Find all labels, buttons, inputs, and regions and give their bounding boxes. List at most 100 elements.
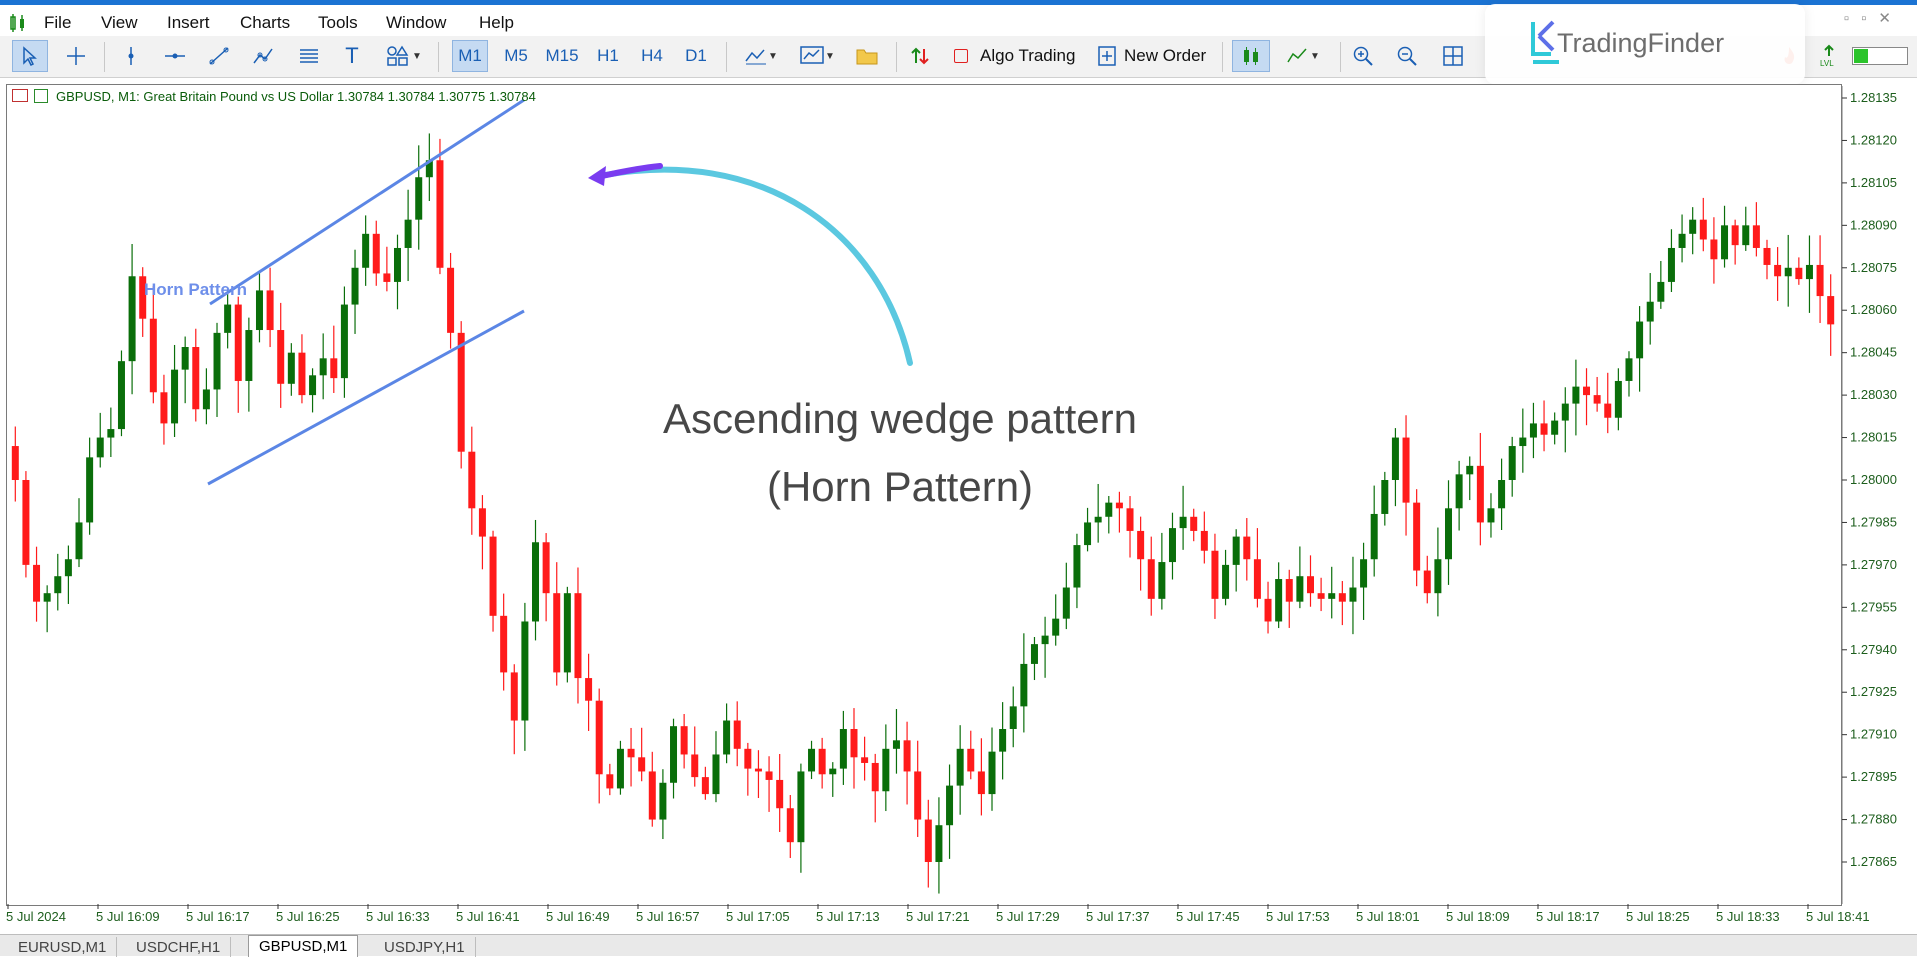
candle xyxy=(1423,555,1431,604)
candle xyxy=(1678,214,1686,263)
trade-panel-icon xyxy=(12,89,28,102)
price-tick-label: 1.28120 xyxy=(1850,132,1897,147)
candle xyxy=(1657,260,1665,309)
candle xyxy=(202,368,210,425)
price-tick-label: 1.28060 xyxy=(1850,302,1897,317)
candle xyxy=(1498,458,1506,531)
candle xyxy=(362,215,370,286)
candle xyxy=(1593,376,1601,412)
candle xyxy=(1434,527,1442,617)
candle xyxy=(914,740,922,837)
candle xyxy=(924,799,932,888)
time-tick-label: 5 Jul 17:13 xyxy=(816,909,880,924)
candle xyxy=(1795,257,1803,285)
candle xyxy=(1604,372,1612,434)
chart-header-text: GBPUSD, M1: Great Britain Pound vs US Do… xyxy=(56,89,536,104)
tab-gbpusd-m1[interactable]: GBPUSD,M1 xyxy=(248,935,359,957)
candle xyxy=(935,797,943,894)
candle xyxy=(1168,512,1176,580)
candle xyxy=(1360,542,1368,620)
candle xyxy=(1742,206,1750,251)
candle xyxy=(839,710,847,785)
chart-settings-icon xyxy=(34,89,48,103)
candle xyxy=(181,336,189,404)
candle xyxy=(1487,493,1495,538)
candle xyxy=(1052,594,1060,646)
candle xyxy=(1805,235,1813,313)
price-tick-label: 1.28015 xyxy=(1850,430,1897,445)
candle xyxy=(510,664,518,755)
candle xyxy=(489,530,497,632)
candle xyxy=(574,567,582,704)
candle xyxy=(542,533,550,622)
candle xyxy=(1731,219,1739,265)
candle xyxy=(744,742,752,796)
candle xyxy=(234,296,242,413)
candle xyxy=(319,333,327,400)
annotation-arrow xyxy=(588,163,913,366)
price-tick-label: 1.28090 xyxy=(1850,217,1897,232)
pattern-annotation: Ascending wedge pattern (Horn Pattern) xyxy=(620,385,1180,521)
candle xyxy=(1179,485,1187,550)
candle xyxy=(64,545,72,604)
price-tick-label: 1.27865 xyxy=(1850,854,1897,869)
candle xyxy=(967,730,975,780)
candle xyxy=(266,267,274,348)
candle xyxy=(871,753,879,823)
candle xyxy=(1391,428,1399,507)
time-tick-label: 5 Jul 18:01 xyxy=(1356,909,1420,924)
annotation-subtitle: (Horn Pattern) xyxy=(766,463,1034,510)
price-tick-label: 1.27970 xyxy=(1850,557,1897,572)
candle xyxy=(1827,274,1835,356)
candle xyxy=(1583,368,1591,426)
candle xyxy=(1752,202,1760,257)
candle xyxy=(447,252,455,349)
price-tick-label: 1.27880 xyxy=(1850,812,1897,827)
candle xyxy=(1073,533,1081,609)
price-tick-label: 1.27925 xyxy=(1850,684,1897,699)
candle xyxy=(1689,207,1697,255)
price-tick-label: 1.27910 xyxy=(1850,727,1897,742)
candle xyxy=(691,726,699,787)
candle xyxy=(818,737,826,789)
candle xyxy=(139,267,147,337)
candle xyxy=(1721,205,1729,268)
candle xyxy=(1285,569,1293,628)
candle xyxy=(892,709,900,774)
candle xyxy=(1349,556,1357,635)
candle xyxy=(1211,533,1219,619)
candle xyxy=(33,546,41,622)
candle xyxy=(1264,581,1272,634)
price-tick-label: 1.28030 xyxy=(1850,387,1897,402)
price-tick-label: 1.28045 xyxy=(1850,345,1897,360)
time-tick-label: 5 Jul 16:49 xyxy=(546,909,610,924)
tab-usdchf-h1[interactable]: USDCHF,H1 xyxy=(126,937,232,957)
candle xyxy=(1062,562,1070,630)
candle xyxy=(1232,529,1240,592)
candle xyxy=(1763,239,1771,280)
candle xyxy=(11,426,19,502)
candle xyxy=(287,343,295,396)
candle xyxy=(627,727,635,787)
candle xyxy=(946,764,954,859)
candle xyxy=(351,249,359,334)
candle xyxy=(808,740,816,780)
time-tick-label: 5 Jul 2024 xyxy=(6,909,66,924)
tab-usdjpy-h1[interactable]: USDJPY,H1 xyxy=(374,937,476,957)
tab-eurusd-m1[interactable]: EURUSD,M1 xyxy=(8,937,118,957)
time-tick-label: 5 Jul 18:33 xyxy=(1716,909,1780,924)
candle xyxy=(96,412,104,468)
candle xyxy=(1614,368,1622,431)
candle xyxy=(393,234,401,310)
candle xyxy=(468,426,476,535)
candle xyxy=(1041,616,1049,678)
chart-symbol-header: GBPUSD, M1: Great Britain Pound vs US Do… xyxy=(12,89,536,104)
candle xyxy=(1370,485,1378,577)
candle xyxy=(563,586,571,683)
candle xyxy=(606,763,614,796)
candle xyxy=(712,731,720,803)
candle xyxy=(192,328,200,422)
candle xyxy=(1445,480,1453,585)
candle xyxy=(1338,581,1346,626)
time-tick-label: 5 Jul 16:57 xyxy=(636,909,700,924)
